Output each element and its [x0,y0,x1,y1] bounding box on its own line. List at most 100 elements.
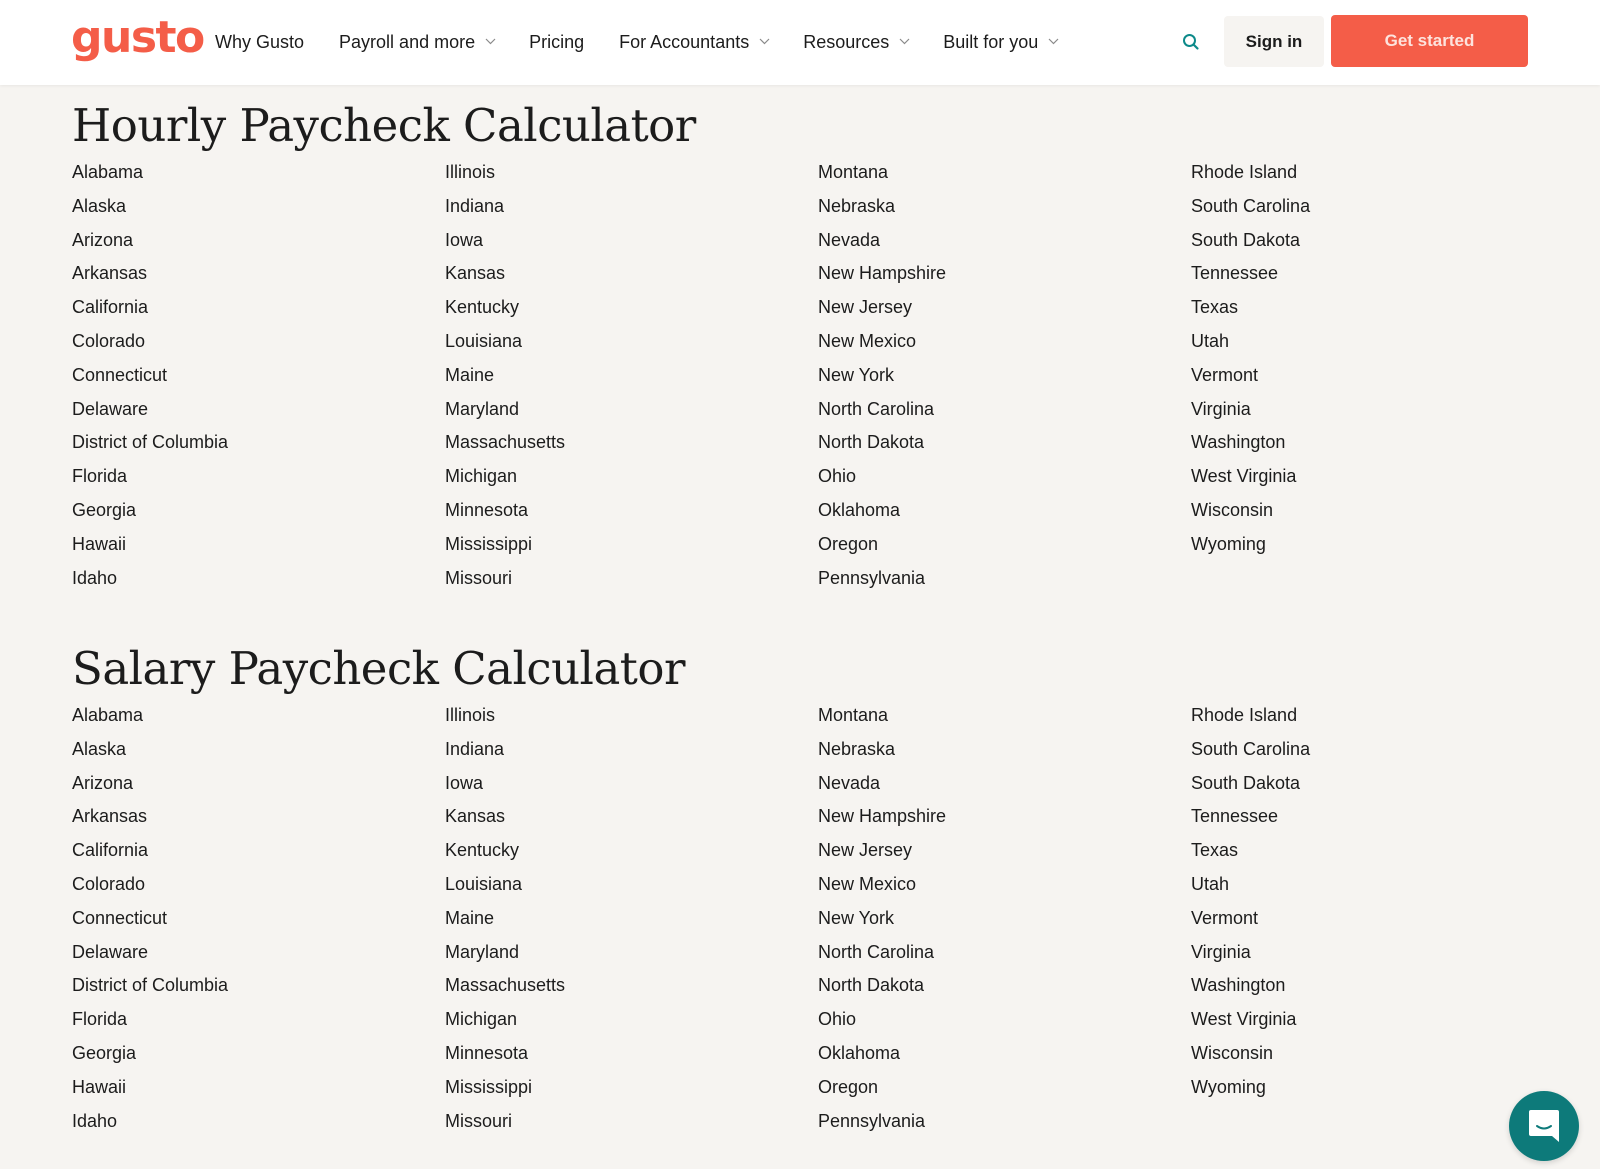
state-link[interactable]: South Dakota [1191,767,1551,801]
state-link[interactable]: Washington [1191,969,1551,1003]
state-link[interactable]: New Jersey [818,834,1178,868]
state-link[interactable]: Michigan [445,1003,805,1037]
state-link[interactable]: Louisiana [445,868,805,902]
nav-item-built-for-you[interactable]: Built for you [943,32,1059,53]
state-link[interactable]: Indiana [445,190,805,224]
nav-item-why-gusto[interactable]: Why Gusto [215,32,304,53]
state-link[interactable]: Delaware [72,936,432,970]
state-link[interactable]: Tennessee [1191,800,1551,834]
state-link[interactable]: New Hampshire [818,257,1178,291]
state-link[interactable]: South Carolina [1191,190,1551,224]
state-link[interactable]: Oregon [818,1071,1178,1105]
state-link[interactable]: Wyoming [1191,1071,1551,1105]
state-link[interactable]: Nebraska [818,733,1178,767]
state-link[interactable]: New Mexico [818,325,1178,359]
state-link[interactable]: Utah [1191,325,1551,359]
state-link[interactable]: Wisconsin [1191,1037,1551,1071]
state-link[interactable]: Ohio [818,1003,1178,1037]
state-link[interactable]: Vermont [1191,359,1551,393]
state-link[interactable]: Georgia [72,1037,432,1071]
get-started-button[interactable]: Get started [1331,15,1528,67]
state-link[interactable]: New Hampshire [818,800,1178,834]
state-link[interactable]: Massachusetts [445,426,805,460]
chat-widget-button[interactable] [1509,1091,1579,1161]
state-link[interactable]: South Carolina [1191,733,1551,767]
state-link[interactable]: Indiana [445,733,805,767]
state-link[interactable]: Minnesota [445,494,805,528]
gusto-logo[interactable]: gusto [71,10,205,66]
state-link[interactable]: Delaware [72,393,432,427]
state-link[interactable]: Maryland [445,936,805,970]
state-link[interactable]: Iowa [445,767,805,801]
state-link[interactable]: Wisconsin [1191,494,1551,528]
state-link[interactable]: New Mexico [818,868,1178,902]
state-link[interactable]: Minnesota [445,1037,805,1071]
state-link[interactable]: Washington [1191,426,1551,460]
state-link[interactable]: Tennessee [1191,257,1551,291]
state-link[interactable]: Nevada [818,224,1178,258]
state-link[interactable]: Alabama [72,699,432,733]
state-link[interactable]: Georgia [72,494,432,528]
nav-item-for-accountants[interactable]: For Accountants [619,32,770,53]
state-link[interactable]: New Jersey [818,291,1178,325]
state-link[interactable]: Hawaii [72,1071,432,1105]
state-link[interactable]: Hawaii [72,528,432,562]
state-link[interactable]: District of Columbia [72,426,432,460]
state-link[interactable]: Alabama [72,156,432,190]
state-link[interactable]: Kansas [445,800,805,834]
state-link[interactable]: Mississippi [445,1071,805,1105]
state-link[interactable]: Alaska [72,190,432,224]
state-link[interactable]: Pennsylvania [818,1105,1178,1139]
state-link[interactable]: Colorado [72,325,432,359]
state-link[interactable]: New York [818,902,1178,936]
state-link[interactable]: Montana [818,699,1178,733]
state-link[interactable]: North Carolina [818,936,1178,970]
state-link[interactable]: Virginia [1191,936,1551,970]
state-link[interactable]: Colorado [72,868,432,902]
state-link[interactable]: North Carolina [818,393,1178,427]
state-link[interactable]: District of Columbia [72,969,432,1003]
state-link[interactable]: Connecticut [72,902,432,936]
state-link[interactable]: Idaho [72,1105,432,1139]
state-link[interactable]: North Dakota [818,969,1178,1003]
state-link[interactable]: Michigan [445,460,805,494]
state-link[interactable]: North Dakota [818,426,1178,460]
state-link[interactable]: Ohio [818,460,1178,494]
state-link[interactable]: Oklahoma [818,1037,1178,1071]
state-link[interactable]: Arkansas [72,800,432,834]
state-link[interactable]: Maine [445,902,805,936]
state-link[interactable]: Vermont [1191,902,1551,936]
state-link[interactable]: Mississippi [445,528,805,562]
state-link[interactable]: Iowa [445,224,805,258]
state-link[interactable]: Connecticut [72,359,432,393]
state-link[interactable]: Missouri [445,1105,805,1139]
search-button[interactable] [1180,31,1202,53]
state-link[interactable]: Nebraska [818,190,1178,224]
state-link[interactable]: Wyoming [1191,528,1551,562]
state-link[interactable]: West Virginia [1191,1003,1551,1037]
state-link[interactable]: Kentucky [445,291,805,325]
state-link[interactable]: Maryland [445,393,805,427]
state-link[interactable]: Maine [445,359,805,393]
state-link[interactable]: Florida [72,1003,432,1037]
state-link[interactable]: Alaska [72,733,432,767]
state-link[interactable]: South Dakota [1191,224,1551,258]
state-link[interactable]: Louisiana [445,325,805,359]
state-link[interactable]: Oklahoma [818,494,1178,528]
state-link[interactable]: Illinois [445,699,805,733]
state-link[interactable]: California [72,834,432,868]
state-link[interactable]: Arkansas [72,257,432,291]
state-link[interactable]: Pennsylvania [818,562,1178,596]
state-link[interactable]: Idaho [72,562,432,596]
nav-item-resources[interactable]: Resources [803,32,910,53]
state-link[interactable]: Florida [72,460,432,494]
state-link[interactable]: Missouri [445,562,805,596]
state-link[interactable]: Arizona [72,224,432,258]
state-link[interactable]: Illinois [445,156,805,190]
state-link[interactable]: Oregon [818,528,1178,562]
state-link[interactable]: Montana [818,156,1178,190]
state-link[interactable]: New York [818,359,1178,393]
state-link[interactable]: Massachusetts [445,969,805,1003]
state-link[interactable]: Kentucky [445,834,805,868]
nav-item-pricing[interactable]: Pricing [529,32,584,53]
